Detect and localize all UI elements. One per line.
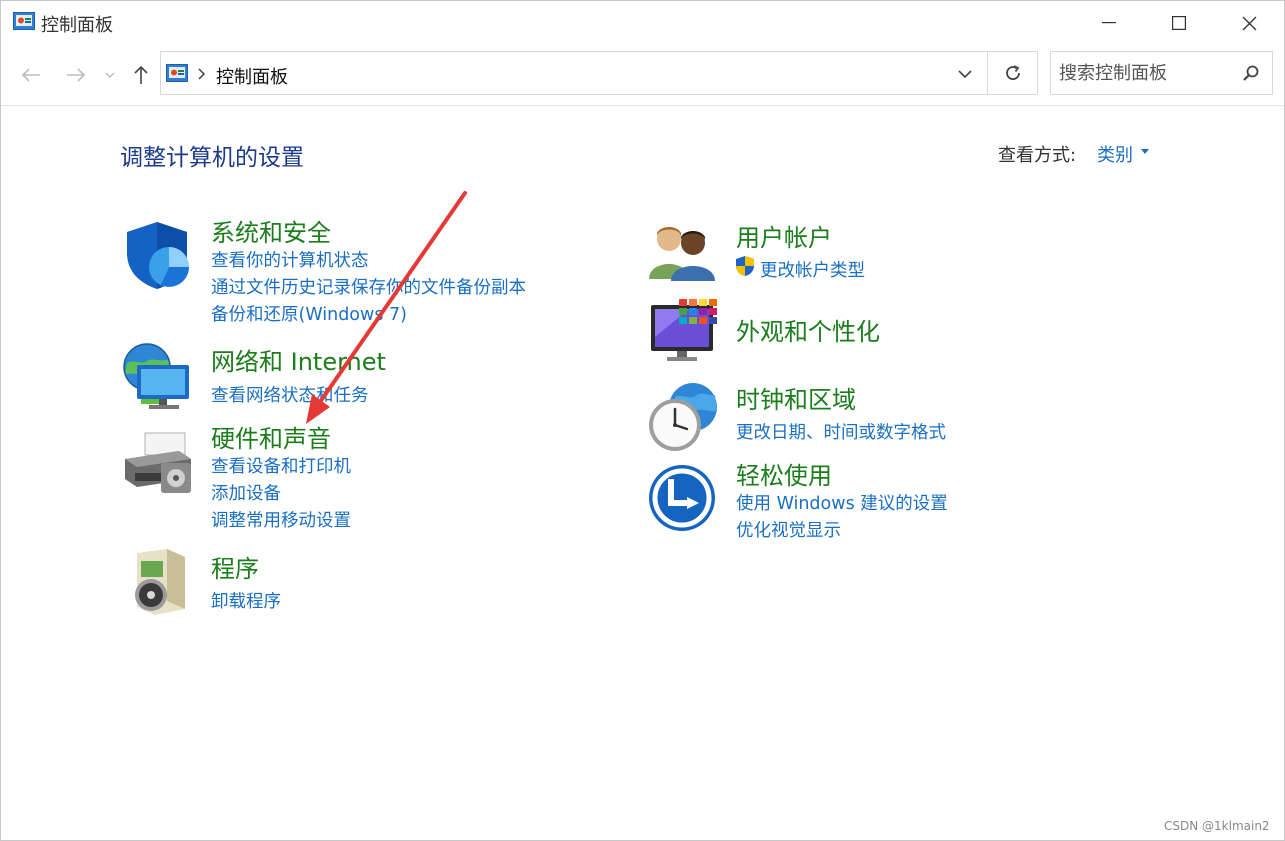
up-button[interactable] [128, 62, 154, 88]
users-icon[interactable] [649, 223, 717, 281]
link-add-device[interactable]: 添加设备 [211, 480, 281, 505]
maximize-button[interactable] [1144, 1, 1214, 45]
control-panel-window: 控制面板 控制面板 搜索控制面板 调整计算机的设置 查看方式: 类别 系统和安全… [0, 0, 1285, 841]
category-system-security[interactable]: 系统和安全 [211, 213, 331, 248]
back-button[interactable] [17, 62, 45, 88]
address-dropdown-button[interactable] [954, 66, 976, 82]
printer-icon[interactable] [121, 429, 195, 499]
monitor-palette-icon[interactable] [649, 297, 721, 369]
page-title: 调整计算机的设置 [120, 145, 304, 171]
category-network-internet[interactable]: 网络和 Internet [211, 342, 386, 377]
link-change-account-type[interactable]: 更改帐户类型 [760, 257, 865, 282]
link-devices-printers[interactable]: 查看设备和打印机 [211, 453, 351, 478]
link-mobility-settings[interactable]: 调整常用移动设置 [211, 507, 351, 532]
toolbar-divider [1, 105, 1284, 106]
breadcrumb-chevron-icon[interactable] [195, 66, 207, 82]
link-backup-restore[interactable]: 备份和还原(Windows 7) [211, 301, 407, 326]
link-file-history-backup[interactable]: 通过文件历史记录保存你的文件备份副本 [211, 274, 526, 299]
link-change-date-time-format[interactable]: 更改日期、时间或数字格式 [736, 419, 946, 444]
recent-locations-button[interactable] [101, 65, 119, 85]
chevron-down-icon [105, 72, 115, 78]
maximize-icon [1172, 16, 1186, 30]
chevron-down-icon [958, 70, 972, 78]
category-programs[interactable]: 程序 [211, 549, 259, 584]
category-user-accounts[interactable]: 用户帐户 [736, 218, 832, 253]
forward-arrow-icon [67, 68, 86, 82]
link-network-status[interactable]: 查看网络状态和任务 [211, 382, 369, 407]
ease-of-access-icon[interactable] [647, 463, 717, 533]
minimize-button[interactable] [1074, 1, 1144, 45]
category-ease-of-access[interactable]: 轻松使用 [736, 456, 832, 491]
watermark: CSDN @1klmain2 [1164, 819, 1270, 833]
programs-disc-icon[interactable] [127, 549, 189, 619]
search-box[interactable] [1050, 51, 1273, 95]
title-bar: 控制面板 [1, 1, 1284, 45]
back-arrow-icon [21, 68, 40, 82]
search-input[interactable] [1059, 60, 1234, 86]
forward-button[interactable] [62, 62, 90, 88]
link-optimize-visual-display[interactable]: 优化视觉显示 [736, 517, 841, 542]
up-arrow-icon [134, 65, 148, 84]
address-bar[interactable]: 控制面板 [160, 51, 988, 95]
clock-globe-icon[interactable] [645, 381, 719, 453]
view-by-label: 查看方式: [998, 145, 1077, 166]
control-panel-icon [166, 64, 188, 82]
category-hardware-sound[interactable]: 硬件和声音 [211, 419, 331, 454]
close-icon [1242, 16, 1256, 30]
refresh-button[interactable] [988, 51, 1038, 95]
control-panel-icon [13, 12, 35, 30]
caret-down-icon[interactable] [1141, 149, 1149, 155]
shield-icon[interactable] [121, 219, 193, 291]
view-by-dropdown[interactable]: 类别 [1097, 141, 1133, 167]
category-clock-region[interactable]: 时钟和区域 [736, 380, 856, 415]
window-title: 控制面板 [41, 15, 113, 36]
link-windows-recommended-settings[interactable]: 使用 Windows 建议的设置 [736, 490, 948, 515]
network-globe-icon[interactable] [121, 341, 195, 415]
link-view-computer-status[interactable]: 查看你的计算机状态 [211, 247, 369, 272]
refresh-icon [1005, 65, 1020, 80]
breadcrumb-control-panel[interactable]: 控制面板 [216, 63, 288, 89]
category-appearance-personalization[interactable]: 外观和个性化 [736, 312, 880, 347]
uac-shield-icon [735, 255, 755, 277]
link-uninstall-program[interactable]: 卸载程序 [211, 588, 281, 613]
minimize-icon [1102, 22, 1116, 24]
close-button[interactable] [1214, 1, 1284, 45]
search-icon[interactable] [1241, 64, 1261, 84]
